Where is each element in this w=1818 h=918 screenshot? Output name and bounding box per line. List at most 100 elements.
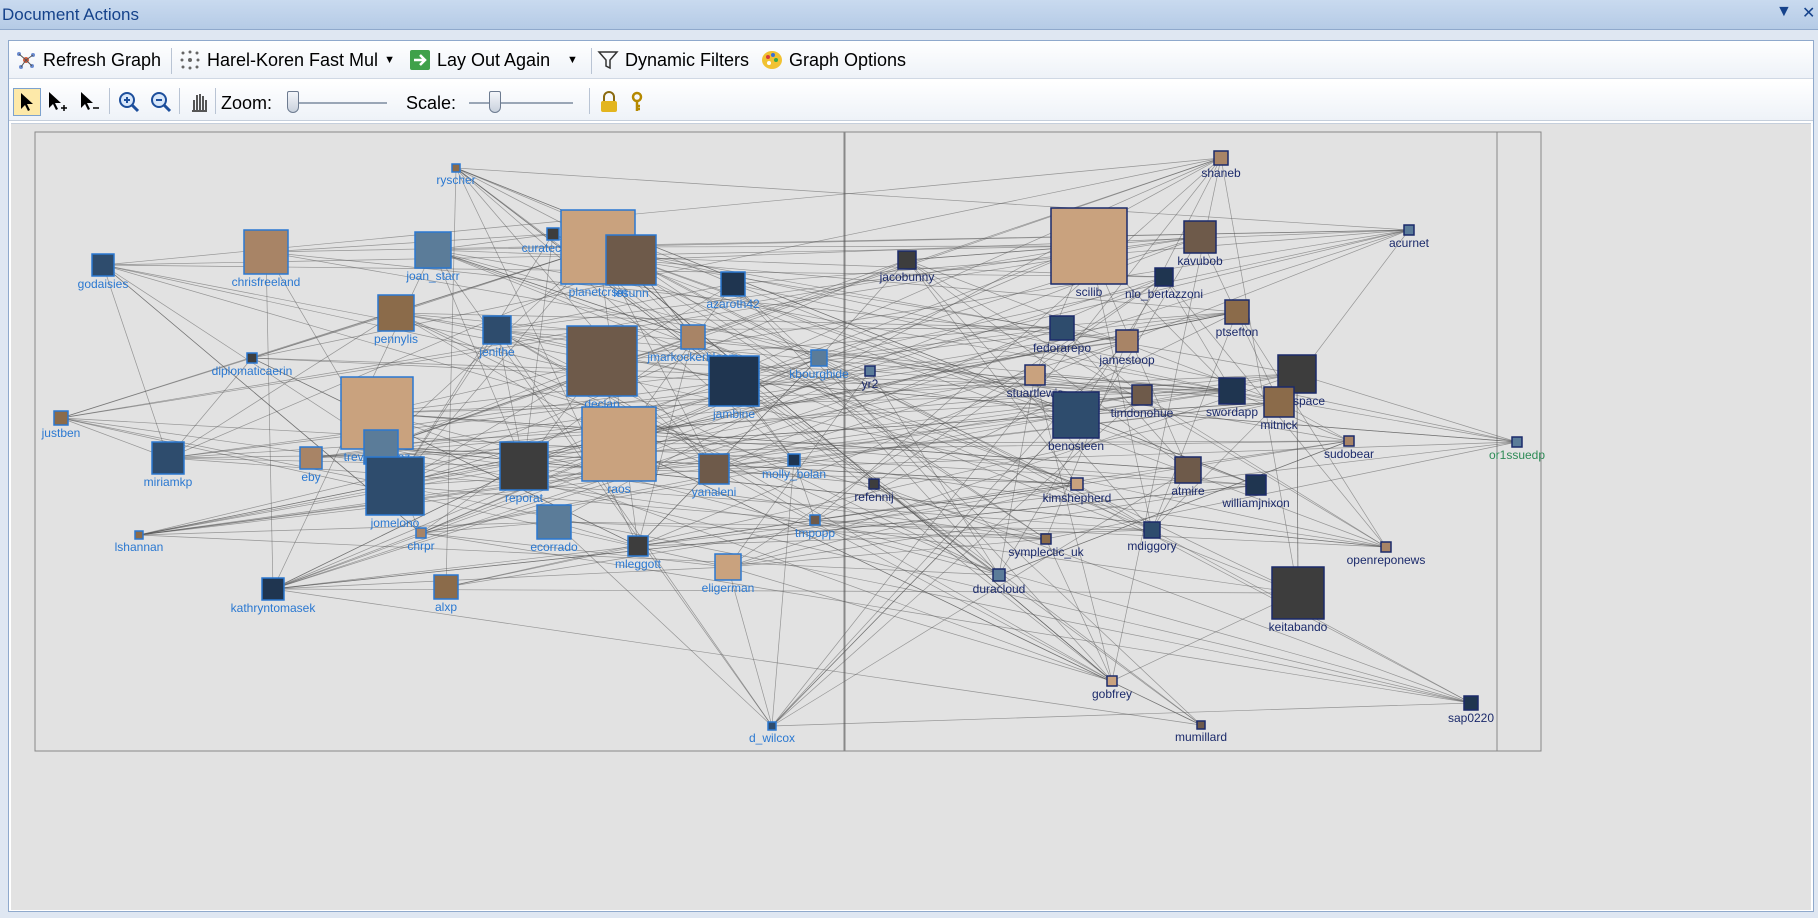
node-image[interactable] (698, 453, 730, 485)
node-label[interactable]: jenithe (478, 345, 515, 359)
node-label[interactable]: fedorarepo (1033, 341, 1091, 355)
graph-node[interactable]: duracloud (973, 568, 1026, 596)
node-label[interactable]: kavubob (1177, 254, 1223, 268)
node-image[interactable] (864, 365, 876, 377)
graph-node[interactable]: declan (566, 325, 638, 411)
node-label[interactable]: kathryntomasek (231, 601, 317, 615)
node-label[interactable]: jambine (712, 407, 755, 421)
node-image[interactable] (433, 574, 459, 600)
node-label[interactable]: reporat (505, 491, 544, 505)
node-image[interactable] (1511, 436, 1523, 448)
node-image[interactable] (992, 568, 1006, 582)
graph-node[interactable]: jenithe (478, 315, 515, 359)
node-image[interactable] (499, 441, 549, 491)
node-image[interactable] (1049, 315, 1075, 341)
node-label[interactable]: duracloud (973, 582, 1026, 596)
node-image[interactable] (365, 456, 425, 516)
node-label[interactable]: godaisies (78, 277, 129, 291)
pane-dropdown-icon[interactable]: ▼ (1776, 3, 1792, 21)
zoom-out-icon[interactable] (147, 88, 175, 116)
node-image[interactable] (1143, 521, 1161, 539)
graph-node[interactable]: timdonohue (1111, 384, 1174, 420)
node-image[interactable] (680, 324, 706, 350)
node-label[interactable]: yr2 (862, 377, 879, 391)
graph-node[interactable]: miriamkp (144, 441, 193, 489)
node-label[interactable]: lshannan (115, 540, 164, 554)
graph-node[interactable]: eligerman (702, 553, 755, 595)
pane-close-icon[interactable]: ✕ (1802, 3, 1815, 23)
node-label[interactable]: miriamkp (144, 475, 193, 489)
node-image[interactable] (605, 234, 657, 286)
graph-node[interactable]: reporat (499, 441, 549, 505)
node-image[interactable] (1183, 220, 1217, 254)
node-label[interactable]: chrpr (407, 539, 434, 553)
node-label[interactable]: nlo_bertazzoni (1125, 287, 1203, 301)
graph-node[interactable]: benosteen (1048, 391, 1104, 453)
node-image[interactable] (1052, 391, 1100, 439)
node-label[interactable]: shaneb (1201, 166, 1241, 180)
graph-node[interactable]: mdiggory (1127, 521, 1177, 553)
node-label[interactable]: gobfrey (1092, 687, 1132, 701)
node-label[interactable]: diplomaticaerin (212, 364, 293, 378)
select-icon[interactable] (13, 88, 41, 116)
graph-canvas[interactable]: ryscher godaisies chrisfreeland joan_starr c… (11, 123, 1811, 910)
graph-node[interactable]: sudobear (1324, 435, 1374, 461)
key-icon[interactable] (623, 88, 651, 116)
node-image[interactable] (415, 527, 427, 539)
graph-node[interactable]: pennylis (374, 294, 418, 346)
node-label[interactable]: pennylis (374, 332, 418, 346)
node-label[interactable]: molly_bolan (762, 467, 826, 481)
node-label[interactable]: eligerman (702, 581, 755, 595)
graph-node[interactable]: jambine (708, 355, 760, 421)
node-image[interactable] (1131, 384, 1153, 406)
node-image[interactable] (151, 441, 185, 475)
node-label[interactable]: refennij (854, 490, 893, 504)
graph-node[interactable]: ecorrado (530, 504, 578, 554)
node-label[interactable]: mumillard (1175, 730, 1227, 744)
node-label[interactable]: or1ssuedp (1489, 448, 1545, 462)
node-image[interactable] (1196, 720, 1206, 730)
node-label[interactable]: ptsefton (1216, 325, 1259, 339)
graph-node[interactable]: diplomaticaerin (212, 352, 293, 378)
node-label[interactable]: d_wilcox (749, 731, 795, 745)
node-label[interactable]: williamjnixon (1221, 496, 1289, 510)
graph-node[interactable]: gobfrey (1092, 675, 1132, 701)
node-label[interactable]: raos (607, 482, 630, 496)
node-image[interactable] (714, 553, 742, 581)
graph-node[interactable]: eby (299, 446, 323, 484)
node-image[interactable] (897, 250, 917, 270)
node-label[interactable]: azaroth42 (706, 297, 760, 311)
graph-node[interactable]: jomelono (365, 456, 425, 530)
node-image[interactable] (53, 410, 69, 426)
node-label[interactable]: acurnet (1389, 236, 1430, 250)
node-label[interactable]: keitabando (1269, 620, 1328, 634)
graph-node[interactable]: kimshepherd (1043, 477, 1112, 505)
node-label[interactable]: benosteen (1048, 439, 1104, 453)
node-image[interactable] (246, 352, 258, 364)
node-image[interactable] (627, 535, 649, 557)
subtract-select-icon[interactable] (75, 88, 103, 116)
graph-node[interactable]: shaneb (1201, 150, 1241, 180)
node-label[interactable]: swordapp (1206, 405, 1258, 419)
node-image[interactable] (1380, 541, 1392, 553)
graph-node[interactable]: joan_starr (405, 231, 460, 283)
node-label[interactable]: timdonohue (1111, 406, 1174, 420)
node-label[interactable]: mdiggory (1127, 539, 1176, 553)
graph-node[interactable]: keitabando (1269, 566, 1328, 634)
node-label[interactable]: chrisfreeland (232, 275, 301, 289)
node-image[interactable] (1050, 207, 1128, 285)
graph-node[interactable]: justben (41, 410, 81, 440)
node-label[interactable]: sap0220 (1448, 711, 1494, 725)
node-image[interactable] (1463, 695, 1479, 711)
graph-node[interactable]: chrisfreeland (232, 229, 301, 289)
node-label[interactable]: jamestoop (1098, 353, 1155, 367)
node-label[interactable]: kimshepherd (1043, 491, 1112, 505)
node-label[interactable]: atmire (1171, 484, 1205, 498)
node-image[interactable] (536, 504, 572, 540)
graph-node[interactable]: yanaleni (692, 453, 737, 499)
node-image[interactable] (1154, 267, 1174, 287)
node-image[interactable] (1224, 299, 1250, 325)
node-image[interactable] (708, 355, 760, 407)
scale-slider-thumb[interactable] (489, 91, 502, 113)
dynamic-filters-button[interactable]: Dynamic Filters (597, 47, 749, 73)
